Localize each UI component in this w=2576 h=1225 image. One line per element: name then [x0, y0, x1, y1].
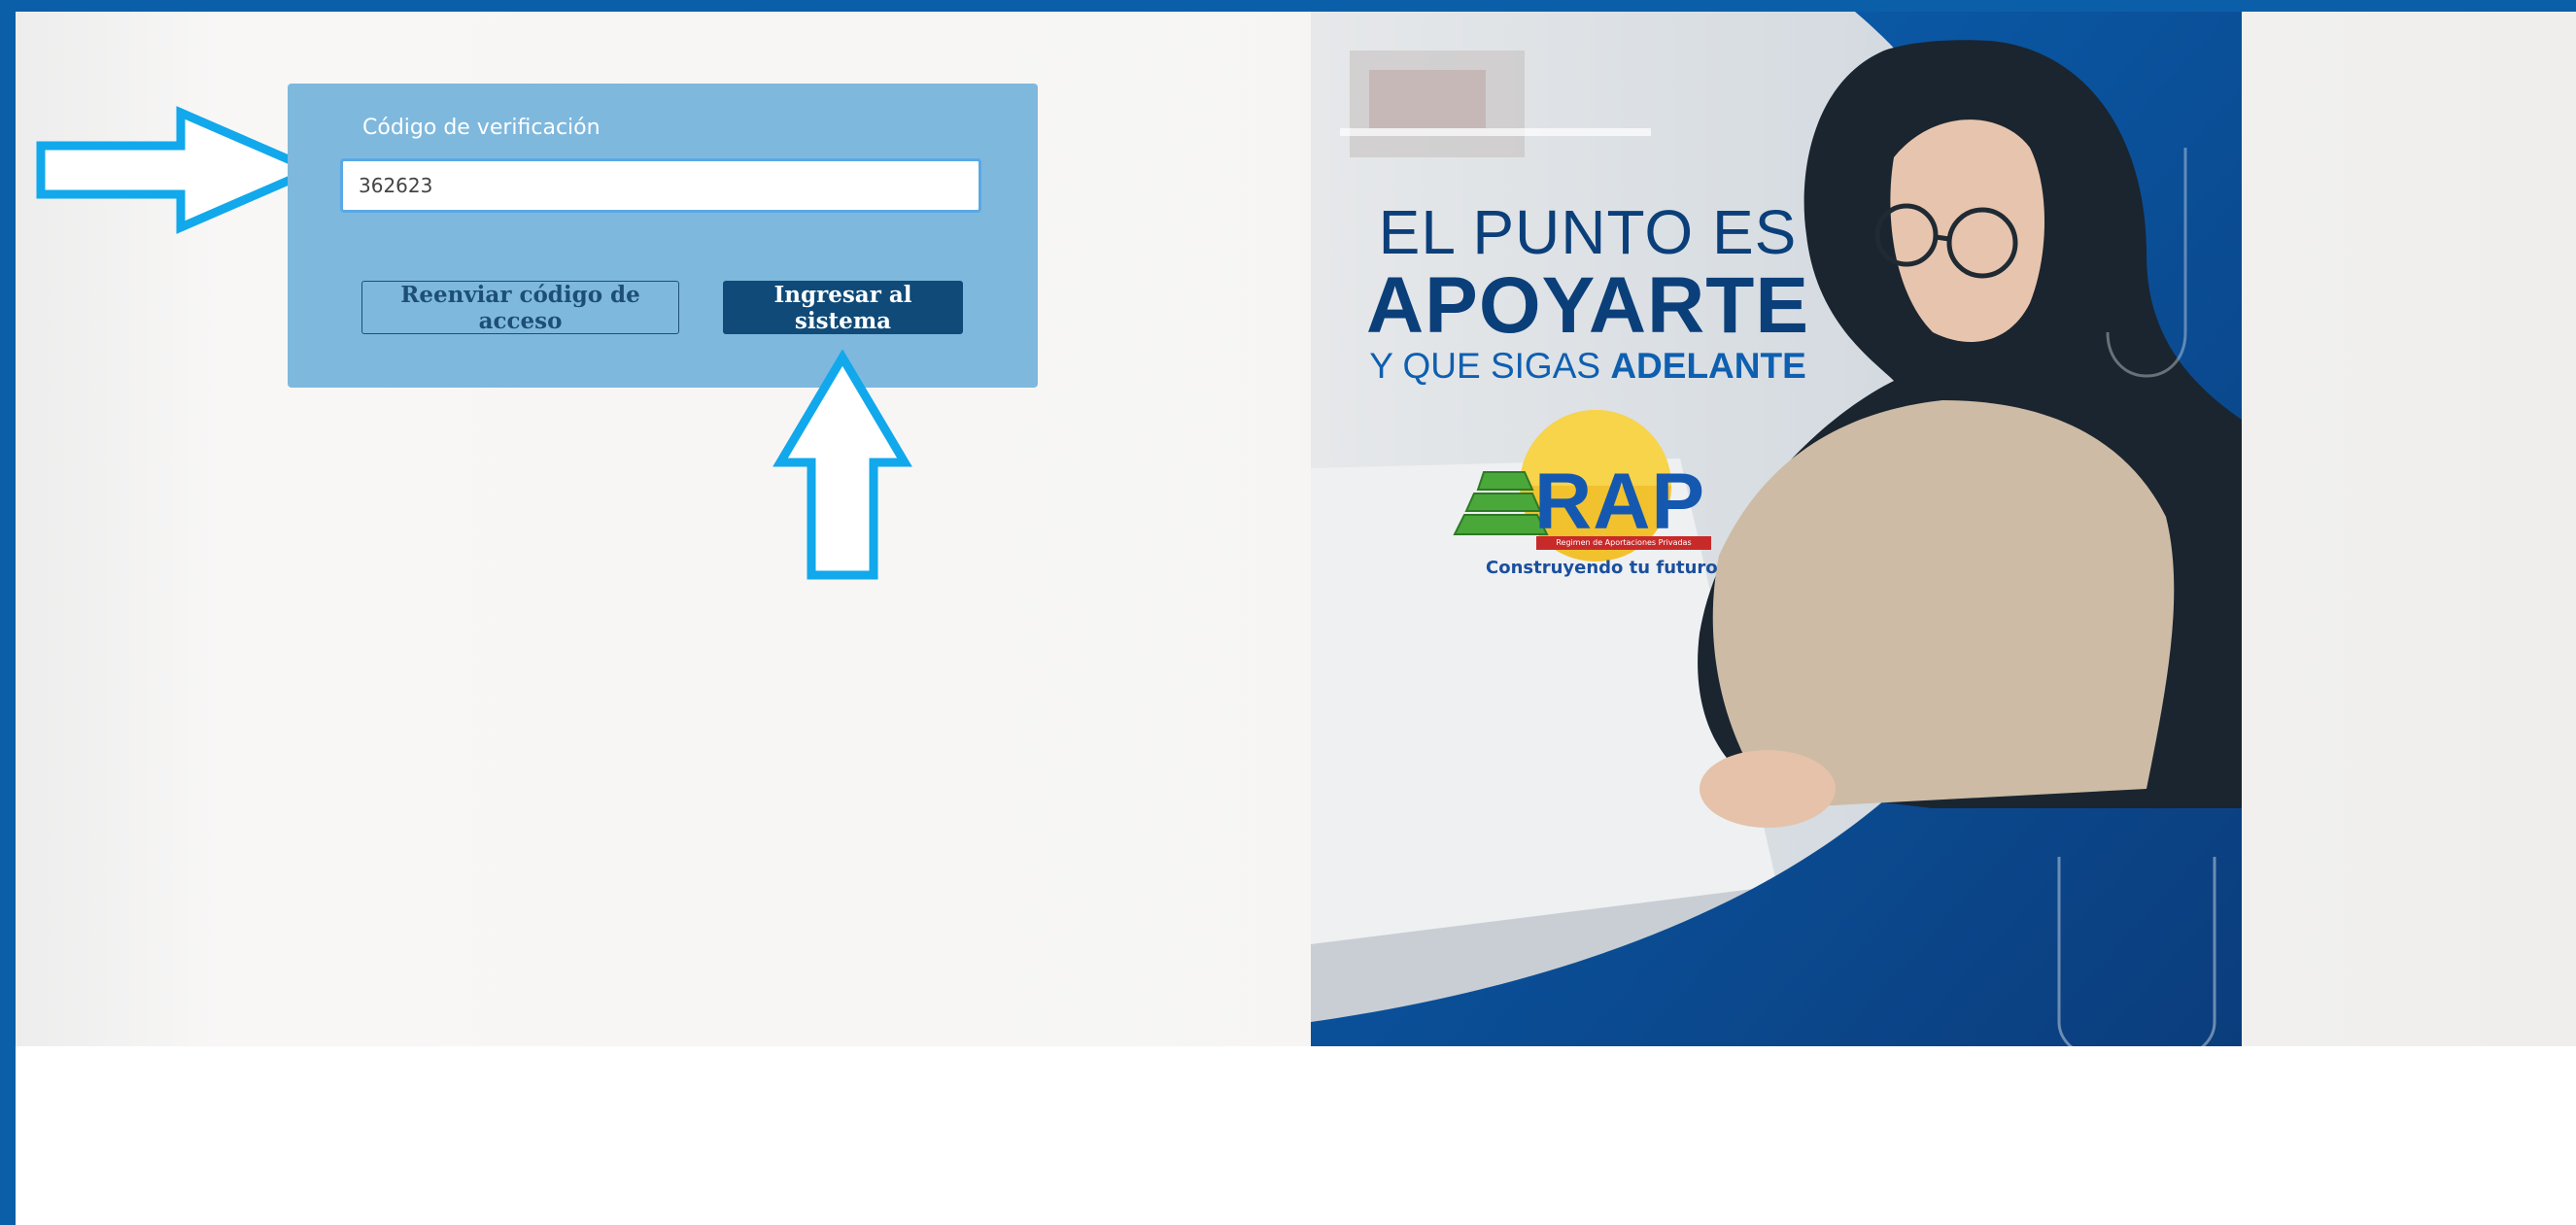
login-button[interactable]: Ingresar al sistema: [723, 281, 963, 334]
verification-code-input[interactable]: [340, 158, 981, 213]
headline-line-3: Y QUE SIGAS ADELANTE: [1369, 346, 1806, 386]
verification-code-label: Código de verificación: [362, 116, 601, 140]
rap-logo-tagline: Construyendo tu futuro: [1486, 558, 1718, 578]
arrow-up-annotation-icon: [773, 350, 912, 580]
rap-logo-subtitle: Regimen de Aportaciones Privadas: [1536, 536, 1711, 550]
headline-line-2: APOYARTE: [1365, 261, 1810, 350]
verification-card: Código de verificación Reenviar código d…: [288, 84, 1038, 388]
rap-logo-text: RAP: [1534, 458, 1706, 546]
promo-banner: EL PUNTO ES APOYARTE Y QUE SIGAS ADELANT…: [1311, 12, 2242, 1046]
promo-headline: EL PUNTO ES APOYARTE Y QUE SIGAS ADELANT…: [1359, 196, 1816, 387]
resend-code-button[interactable]: Reenviar código de acceso: [361, 281, 679, 334]
headline-line-1: EL PUNTO ES: [1378, 197, 1798, 267]
arrow-right-annotation-icon: [36, 106, 325, 234]
